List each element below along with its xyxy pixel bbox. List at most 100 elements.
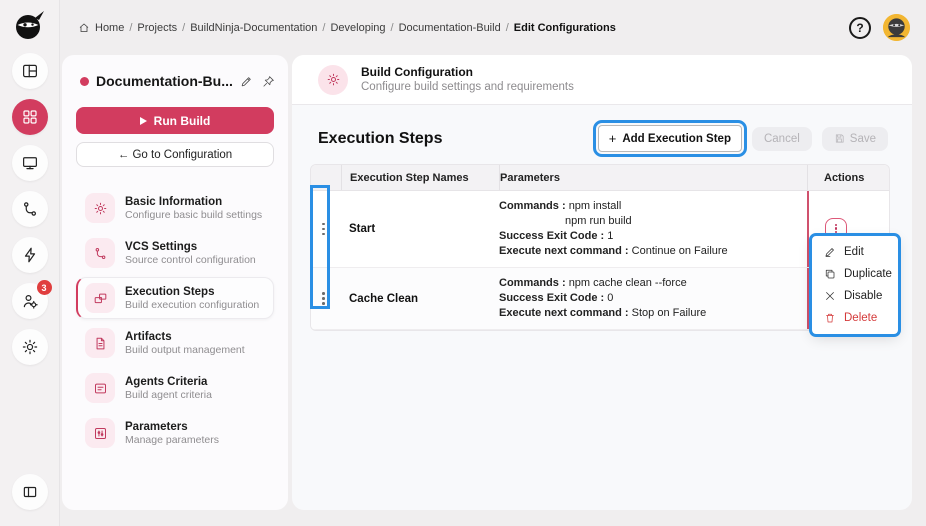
step-name: Cache Clean xyxy=(349,292,419,305)
go-to-configuration-button[interactable]: ← Go to Configuration xyxy=(76,142,274,167)
help-button[interactable]: ? xyxy=(849,16,871,39)
menu-item-disable[interactable]: Disable xyxy=(812,285,898,307)
execution-steps-icon xyxy=(85,283,115,313)
save-button[interactable]: Save xyxy=(821,126,888,151)
nav-item-subtitle: Build agent criteria xyxy=(125,388,212,401)
pin-project-button[interactable] xyxy=(262,75,275,88)
add-execution-step-button[interactable]: + Add Execution Step xyxy=(592,120,747,157)
table-row: Cache Clean Commands : npm cache clean -… xyxy=(311,268,889,330)
nav-item-vcs-settings[interactable]: VCS Settings Source control configuratio… xyxy=(76,232,274,274)
nav-item-subtitle: Manage parameters xyxy=(125,433,219,446)
pin-icon xyxy=(262,75,275,88)
question-mark-icon: ? xyxy=(856,20,864,35)
sidebar-panel-icon xyxy=(21,483,39,501)
nav-item-agents-criteria[interactable]: Agents Criteria Build agent criteria xyxy=(76,367,274,409)
edit-project-name-button[interactable] xyxy=(240,75,253,88)
run-build-button[interactable]: Run Build xyxy=(76,107,274,134)
menu-item-edit[interactable]: Edit xyxy=(812,241,898,263)
play-icon xyxy=(139,116,147,125)
table-header: Execution Step Names Parameters Actions xyxy=(311,165,889,191)
page-subtitle: Configure build settings and requirement… xyxy=(361,81,574,93)
column-header-parameters: Parameters xyxy=(499,165,807,190)
drag-handle[interactable] xyxy=(311,191,341,267)
breadcrumb-projects[interactable]: Projects xyxy=(137,22,177,34)
save-icon xyxy=(834,133,845,144)
column-header-actions: Actions xyxy=(807,165,889,190)
pencil-icon xyxy=(824,246,836,258)
rail-item-settings[interactable] xyxy=(11,329,48,365)
breadcrumb-subproject[interactable]: Developing xyxy=(330,22,385,34)
monitor-icon xyxy=(21,154,39,172)
breadcrumb-project[interactable]: BuildNinja-Documentation xyxy=(190,22,317,34)
git-branch-icon xyxy=(85,238,115,268)
notification-badge: 3 xyxy=(36,280,52,295)
icon-rail: 3 xyxy=(0,0,60,526)
nav-item-title: Agents Criteria xyxy=(125,375,208,388)
nav-item-parameters[interactable]: Parameters Manage parameters xyxy=(76,412,274,454)
rail-item-quick-run[interactable] xyxy=(11,237,48,273)
project-title: Documentation-Bu... xyxy=(96,73,233,89)
drag-handle[interactable] xyxy=(311,268,341,329)
column-header-names: Execution Step Names xyxy=(341,165,499,190)
plus-icon: + xyxy=(608,131,617,146)
rail-item-users[interactable]: 3 xyxy=(11,280,52,319)
git-branch-icon xyxy=(21,200,39,218)
project-status-dot xyxy=(80,76,89,86)
page-title: Build Configuration xyxy=(361,65,473,79)
table-row: Start Commands : npm install npm run bui… xyxy=(311,191,889,268)
rail-item-agents-monitor[interactable] xyxy=(11,145,48,181)
nav-item-title: Execution Steps xyxy=(125,285,215,298)
copy-icon xyxy=(824,268,836,280)
main-content: Build Configuration Configure build sett… xyxy=(292,55,912,510)
breadcrumb-home[interactable]: Home xyxy=(95,22,124,34)
home-icon xyxy=(78,22,90,34)
apps-grid-icon xyxy=(21,108,39,126)
nav-item-execution-steps[interactable]: Execution Steps Build execution configur… xyxy=(76,277,274,319)
menu-item-delete[interactable]: Delete xyxy=(812,307,898,329)
breadcrumb: Home / Projects / BuildNinja-Documentati… xyxy=(78,22,616,34)
user-gear-icon xyxy=(21,292,39,310)
rail-item-pipelines[interactable] xyxy=(11,191,48,227)
execution-steps-table: Execution Step Names Parameters Actions … xyxy=(310,164,890,331)
nav-item-subtitle: Configure basic build settings xyxy=(125,208,263,221)
rail-item-projects[interactable] xyxy=(11,99,48,135)
gear-icon xyxy=(21,338,39,356)
buildninja-logo[interactable] xyxy=(12,7,48,43)
nav-item-subtitle: Source control configuration xyxy=(125,253,256,266)
document-icon xyxy=(85,328,115,358)
nav-item-artifacts[interactable]: Artifacts Build output management xyxy=(76,322,274,364)
gear-icon xyxy=(85,193,115,223)
drag-dots-icon xyxy=(322,222,330,236)
x-icon xyxy=(824,290,836,302)
breadcrumb-current[interactable]: Edit Configurations xyxy=(514,22,616,34)
rail-item-dashboard[interactable] xyxy=(11,53,48,89)
dashboard-layout-icon xyxy=(21,62,39,80)
step-parameters: Commands : npm install npm run build Suc… xyxy=(499,200,728,257)
nav-item-subtitle: Build execution configuration xyxy=(125,298,260,311)
menu-item-duplicate[interactable]: Duplicate xyxy=(812,263,898,285)
nav-item-title: Artifacts xyxy=(125,330,172,343)
nav-item-basic-information[interactable]: Basic Information Configure basic build … xyxy=(76,187,274,229)
top-bar: Home / Projects / BuildNinja-Documentati… xyxy=(60,0,926,55)
cancel-button[interactable]: Cancel xyxy=(751,126,812,151)
step-name: Start xyxy=(349,223,376,235)
build-configuration-header: Build Configuration Configure build sett… xyxy=(292,55,912,105)
project-sidebar: Documentation-Bu... Run Build ← Go to Co… xyxy=(62,55,288,510)
pencil-icon xyxy=(240,75,253,88)
breadcrumb-build[interactable]: Documentation-Build xyxy=(399,22,501,34)
agent-card-icon xyxy=(85,373,115,403)
row-actions-context-menu: Edit Duplicate Disable Delete xyxy=(809,233,901,337)
rail-item-collapse-sidebar[interactable] xyxy=(11,474,48,510)
section-title: Execution Steps xyxy=(318,129,443,147)
sliders-icon xyxy=(85,418,115,448)
trash-icon xyxy=(824,312,836,324)
nav-item-title: VCS Settings xyxy=(125,240,198,253)
gear-icon xyxy=(318,64,348,95)
drag-dots-icon xyxy=(322,292,330,305)
step-parameters: Commands : npm cache clean --force Succe… xyxy=(499,277,707,319)
lightning-icon xyxy=(21,246,39,264)
nav-item-title: Basic Information xyxy=(125,195,223,208)
nav-item-subtitle: Build output management xyxy=(125,343,245,356)
user-avatar[interactable] xyxy=(883,14,910,41)
config-nav: Basic Information Configure basic build … xyxy=(76,187,274,454)
